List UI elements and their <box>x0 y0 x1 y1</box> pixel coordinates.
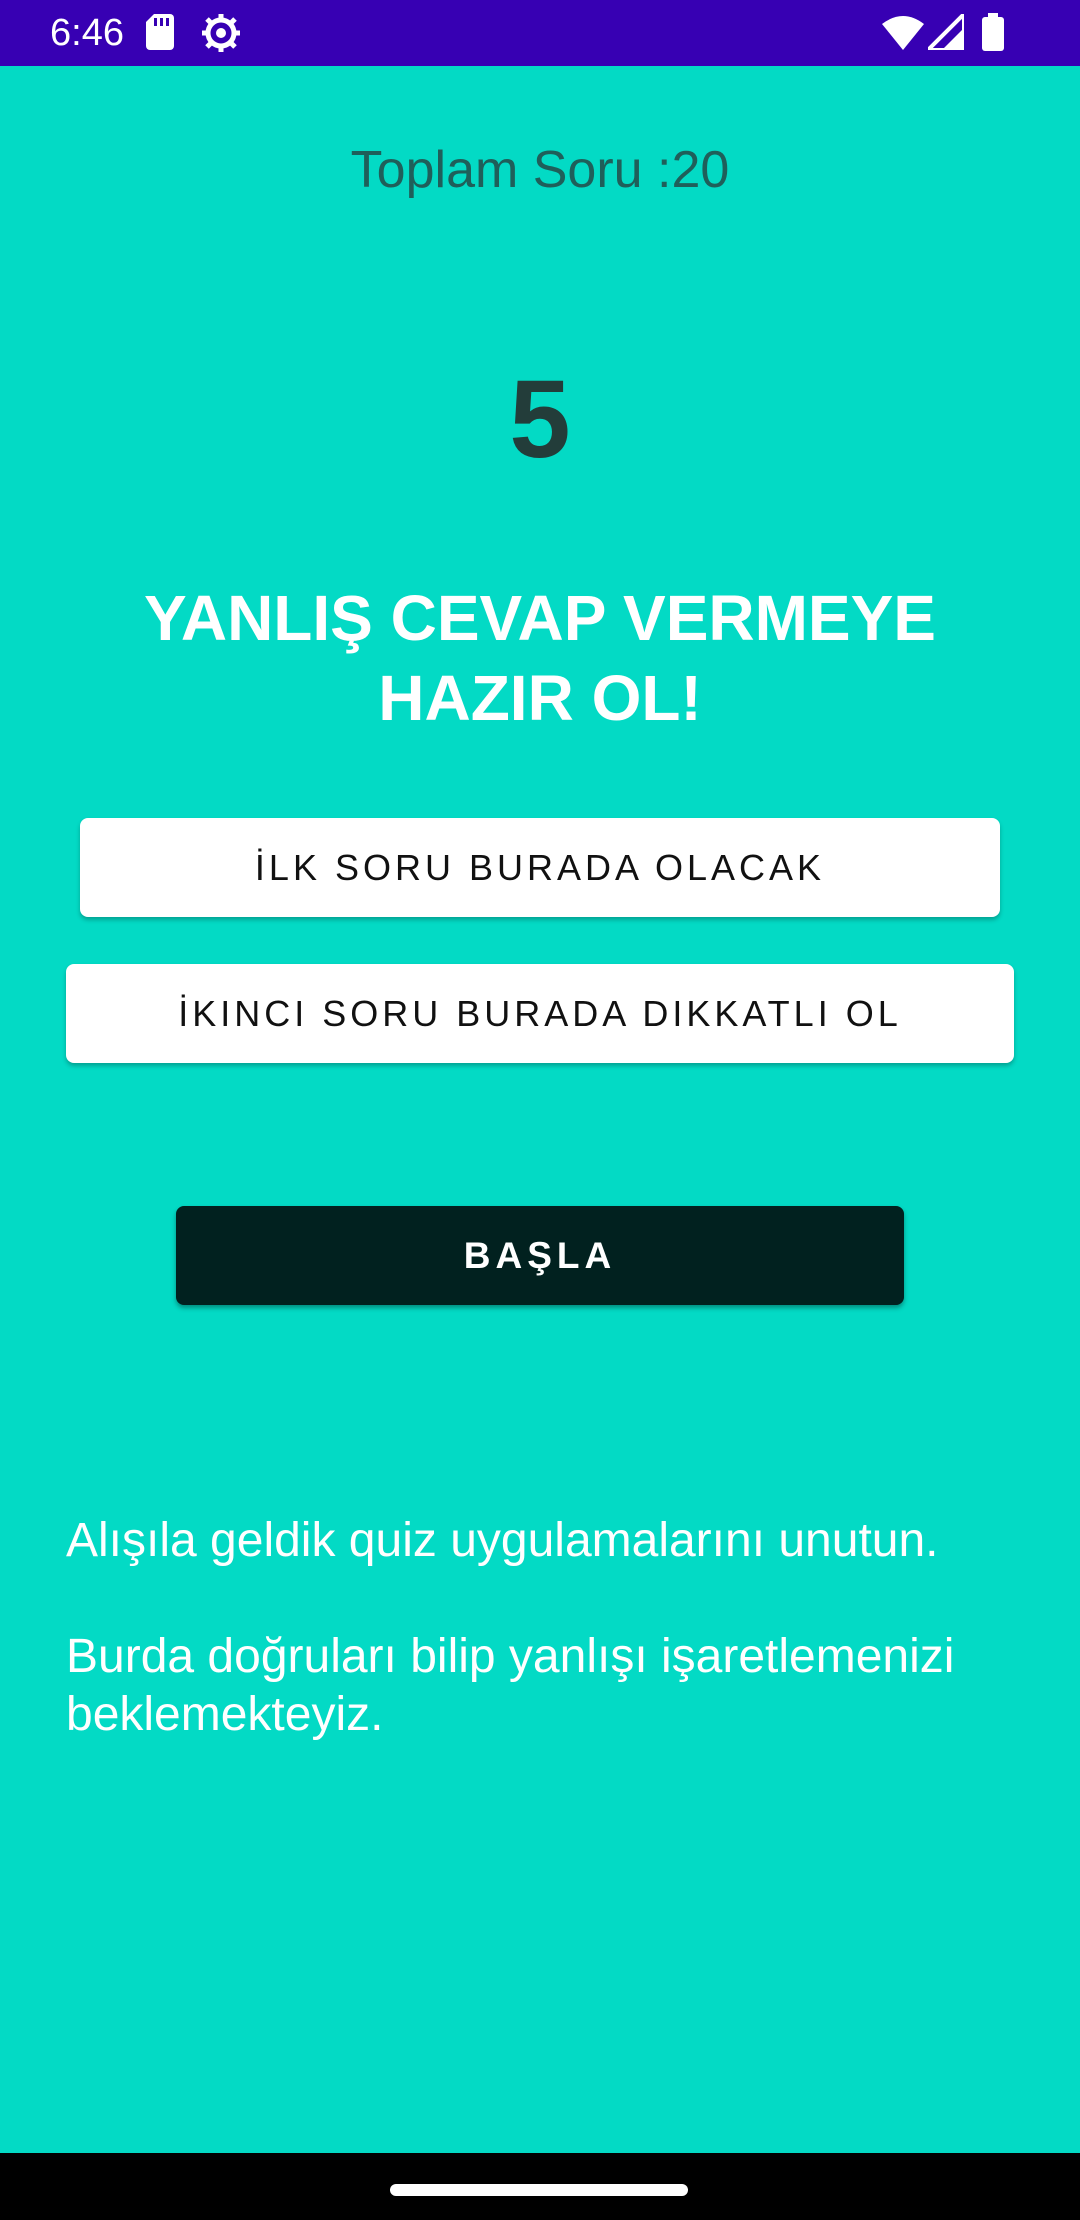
status-bar: 6:46 <box>0 0 1080 66</box>
question-2-button[interactable]: İKINCI SORU BURADA DIKKATLI OL <box>66 964 1014 1063</box>
total-questions-label: Toplam Soru :20 <box>350 141 730 199</box>
home-gesture-handle[interactable] <box>390 2184 688 2196</box>
settings-gear-icon <box>201 13 241 58</box>
question-1-button[interactable]: İLK SORU BURADA OLACAK <box>80 818 1000 917</box>
wifi-icon <box>882 16 924 55</box>
sd-card-icon <box>146 14 174 55</box>
headline-text: YANLIŞ CEVAP VERMEYE HAZIR OL! <box>144 582 936 734</box>
description-line-1: Alışıla geldik quiz uygulamalarını unutu… <box>66 1514 939 1567</box>
status-time: 6:46 <box>50 12 124 54</box>
description-line-2: Burda doğruları bilip yanlışı işaretleme… <box>66 1630 955 1741</box>
battery-icon <box>982 13 1004 56</box>
signal-icon <box>923 9 966 55</box>
description-text: Alışıla geldik quiz uygulamalarını unutu… <box>66 1512 1026 1802</box>
countdown-number: 5 <box>509 358 571 481</box>
start-button[interactable]: BAŞLA <box>176 1206 904 1305</box>
